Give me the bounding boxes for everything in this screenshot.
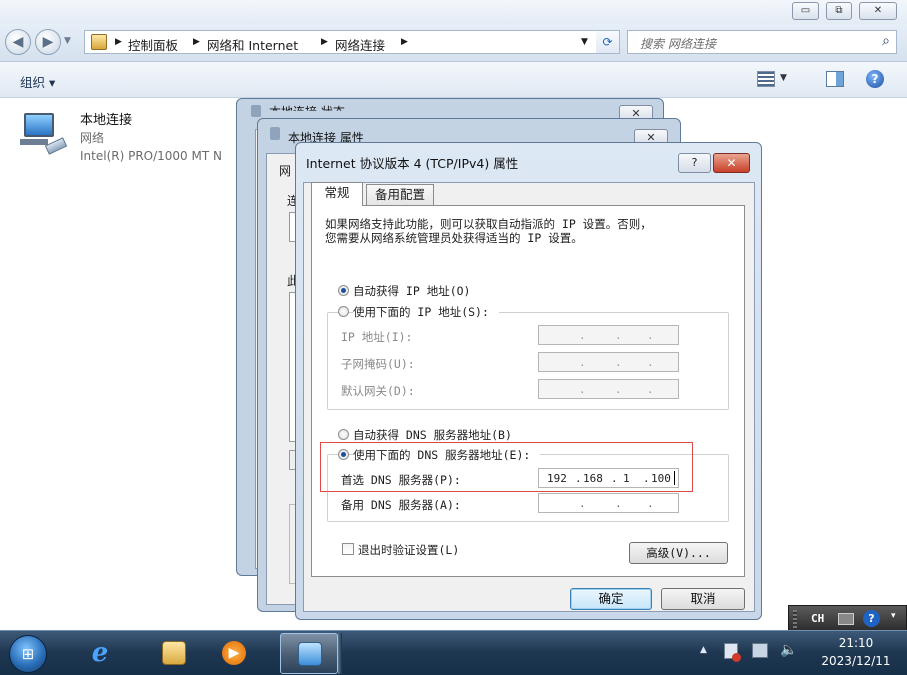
organize-menu[interactable]: 组织 ▾ [20, 72, 55, 91]
ok-button[interactable]: 确定 [570, 588, 652, 610]
ipv4-dialog-title: Internet 协议版本 4 (TCP/IPv4) 属性 [306, 156, 519, 171]
taskbar-media-player[interactable]: ▶ [205, 633, 263, 674]
intro-text-line2: 您需要从网络系统管理员处获得适当的 IP 设置。 [325, 231, 583, 245]
breadcrumb-control-panel[interactable]: 控制面板 [128, 35, 178, 54]
tab-general[interactable]: 常规 [311, 182, 363, 206]
auto-dns-radio[interactable] [338, 429, 349, 440]
taskbar-control-panel[interactable] [280, 633, 338, 674]
language-bar[interactable]: CH ? ▾ [788, 605, 907, 632]
ipv4-help-button[interactable]: ? [678, 153, 711, 173]
input-language-indicator[interactable]: CH [811, 612, 824, 625]
help-icon[interactable]: ? [866, 70, 884, 88]
breadcrumb-network-connections[interactable]: 网络连接 [335, 35, 385, 54]
minimize-button[interactable]: ▭ [792, 2, 819, 20]
view-dropdown-icon[interactable]: ▼ [780, 73, 787, 83]
volume-icon[interactable]: 🔈 [780, 642, 797, 658]
breadcrumb-separator-icon: ▶ [115, 37, 122, 47]
folder-icon [162, 641, 186, 665]
language-bar-grip-icon[interactable] [793, 610, 797, 628]
alternate-dns-field[interactable]: ... [538, 493, 679, 513]
taskbar: ⊞ e ▶ ▲ 🔈 21:10 2023/12/11 [0, 630, 907, 675]
auto-ip-radio[interactable] [338, 285, 349, 296]
connection-device: Intel(R) PRO/1000 MT N [80, 149, 222, 163]
forward-button[interactable]: ▶ [35, 29, 61, 55]
control-panel-taskbar-icon [298, 642, 322, 666]
search-placeholder: 搜索 网络连接 [640, 37, 716, 51]
view-options-icon[interactable] [757, 71, 775, 87]
alternate-dns-label: 备用 DNS 服务器(A): [341, 498, 461, 512]
refresh-button[interactable]: ⟳ [596, 30, 620, 54]
ip-address-label: IP 地址(I): [341, 330, 413, 344]
cancel-button[interactable]: 取消 [661, 588, 745, 610]
system-clock[interactable]: 21:10 2023/12/11 [810, 634, 902, 670]
close-window-button[interactable]: ✕ [859, 2, 897, 20]
auto-dns-label[interactable]: 自动获得 DNS 服务器地址(B) [353, 427, 512, 443]
language-bar-options-icon[interactable]: ▾ [891, 611, 896, 621]
default-gateway-label: 默认网关(D): [341, 384, 415, 398]
properties-dialog-icon [270, 127, 280, 140]
internet-explorer-icon: e [91, 638, 109, 668]
auto-ip-label[interactable]: 自动获得 IP 地址(O) [353, 283, 470, 299]
maximize-button[interactable]: ⧉ [826, 2, 852, 20]
subnet-mask-field[interactable]: ... [538, 352, 679, 372]
search-input[interactable]: 搜索 网络连接 ⌕ [627, 30, 897, 54]
connection-network: 网络 [80, 131, 105, 145]
window-titlebar: ▭ ⧉ ✕ [0, 0, 907, 24]
validate-on-exit-label[interactable]: 退出时验证设置(L) [358, 542, 459, 558]
action-center-alert-icon [732, 653, 741, 662]
clock-date: 2023/12/11 [821, 654, 891, 668]
network-status-icon[interactable] [752, 643, 768, 658]
breadcrumb-separator-icon: ▶ [193, 37, 200, 47]
ip-address-field[interactable]: ... [538, 325, 679, 345]
network-adapter-icon[interactable] [18, 111, 70, 161]
manual-ip-radio[interactable] [338, 306, 349, 317]
address-bar[interactable]: ▶ 控制面板 ▶ 网络和 Internet ▶ 网络连接 ▶ ▼ [84, 30, 619, 54]
breadcrumb-network-internet[interactable]: 网络和 Internet [207, 35, 298, 54]
address-dropdown-icon[interactable]: ▼ [581, 37, 588, 47]
preview-pane-icon[interactable] [826, 71, 844, 87]
taskbar-internet-explorer[interactable]: e [71, 633, 129, 674]
show-hidden-icons-button[interactable]: ▲ [700, 645, 707, 655]
advanced-button[interactable]: 高级(V)... [629, 542, 728, 564]
manual-ip-label[interactable]: 使用下面的 IP 地址(S): [353, 304, 499, 320]
connection-name[interactable]: 本地连接 [80, 109, 132, 128]
command-bar: 组织 ▾ ▼ ? [0, 62, 907, 98]
status-dialog-icon [251, 105, 261, 117]
clock-time: 21:10 [838, 636, 874, 650]
back-button[interactable]: ◀ [5, 29, 31, 55]
properties-tab-fragment[interactable]: 网 [279, 162, 291, 179]
highlight-box [320, 442, 693, 492]
default-gateway-field[interactable]: ... [538, 379, 679, 399]
start-button[interactable]: ⊞ [9, 635, 47, 673]
subnet-mask-label: 子网掩码(U): [341, 357, 415, 371]
control-panel-icon [91, 34, 107, 50]
taskbar-explorer[interactable] [145, 633, 203, 674]
validate-on-exit-checkbox[interactable] [342, 543, 354, 555]
search-icon[interactable]: ⌕ [882, 33, 890, 49]
media-player-icon: ▶ [222, 641, 246, 665]
ipv4-close-button[interactable]: ✕ [713, 153, 750, 173]
recent-pages-chevron-icon[interactable]: ▼ [64, 36, 71, 46]
tab-alternate-config[interactable]: 备用配置 [366, 184, 434, 206]
breadcrumb-separator-icon: ▶ [321, 37, 328, 47]
keyboard-icon[interactable] [838, 613, 854, 625]
language-help-icon[interactable]: ? [863, 610, 880, 627]
address-row: ◀ ▶ ▼ ▶ 控制面板 ▶ 网络和 Internet ▶ 网络连接 ▶ ▼ ⟳… [0, 24, 907, 62]
breadcrumb-separator-icon: ▶ [401, 37, 408, 47]
